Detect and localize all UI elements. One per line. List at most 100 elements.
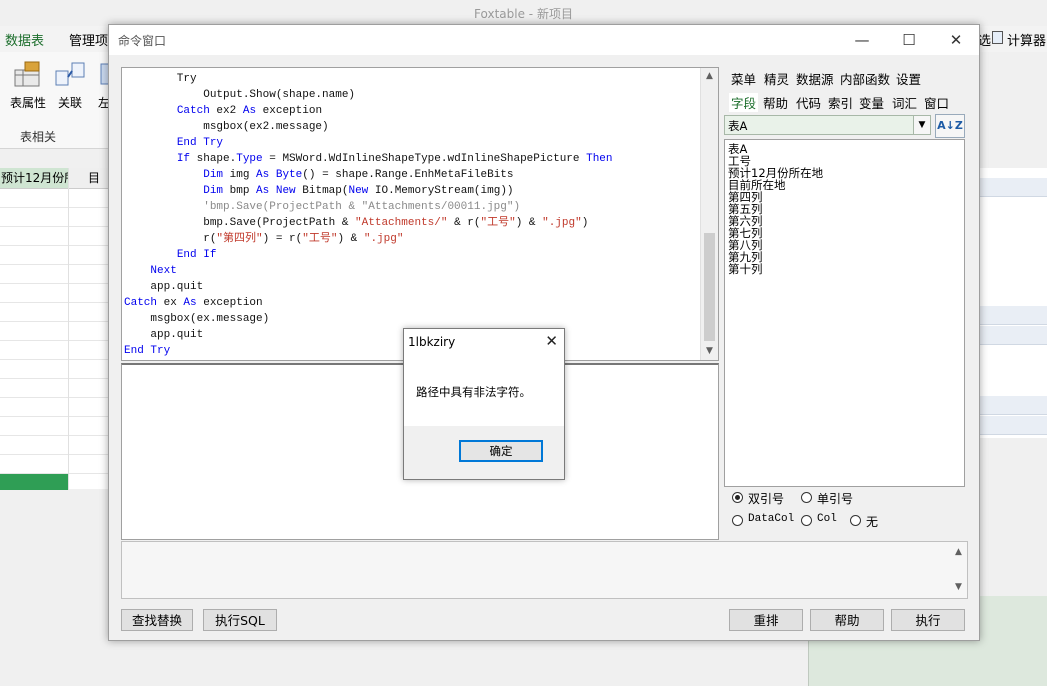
calculator-tab[interactable]: 计算器 xyxy=(1007,30,1046,49)
table-select[interactable]: 表A ▼ xyxy=(724,115,931,135)
minimize-icon[interactable]: — xyxy=(839,25,885,55)
message-box-footer: 确定 xyxy=(404,426,564,479)
command-window-titlebar[interactable]: 命令窗口 — ☐ ✕ xyxy=(109,25,979,55)
code-line: End If xyxy=(124,247,613,263)
code-token: & r( xyxy=(447,217,481,229)
help-button[interactable]: 帮助 xyxy=(810,609,884,631)
code-token: As xyxy=(256,169,270,181)
grid-header: 预计12月份所在地 目前 xyxy=(0,168,108,205)
code-token: "工号" xyxy=(480,217,516,229)
message-box-text: 路径中具有非法字符。 xyxy=(416,385,531,399)
panel-band xyxy=(978,326,1047,345)
menu-item-wizard[interactable]: 精灵 xyxy=(764,69,789,88)
maximize-icon[interactable]: ☐ xyxy=(886,25,932,55)
ribbon: 表属性 关联 左 表相关 xyxy=(0,52,110,149)
code-token: Try xyxy=(124,73,197,85)
code-token: () = shape.Range.EnhMetaFileBits xyxy=(302,169,514,181)
ok-button[interactable]: 确定 xyxy=(459,440,543,462)
radio-col[interactable] xyxy=(801,515,812,526)
scroll-up-icon[interactable]: ▲ xyxy=(950,544,967,561)
scroll-down-icon[interactable]: ▼ xyxy=(701,343,718,360)
code-token: ) & xyxy=(337,233,364,245)
code-token: Output.Show(shape.name) xyxy=(124,89,356,101)
tab-index[interactable]: 索引 xyxy=(828,93,853,112)
code-token: ) = r( xyxy=(262,233,303,245)
message-box-title: 1lbkziry xyxy=(408,335,456,349)
close-icon[interactable]: ✕ xyxy=(933,25,979,55)
code-token: exception xyxy=(256,105,323,117)
code-scrollbar[interactable]: ▲ ▼ xyxy=(700,68,718,360)
tab-datatable[interactable]: 数据表 xyxy=(5,30,44,49)
code-line: Output.Show(shape.name) xyxy=(124,87,613,103)
menu-item-functions[interactable]: 内部函数 xyxy=(840,69,890,88)
tab-fields[interactable]: 字段 xyxy=(729,93,759,112)
menu-item-settings[interactable]: 设置 xyxy=(896,69,921,88)
code-token: If xyxy=(176,153,191,165)
grid-selected-cell[interactable] xyxy=(0,474,68,490)
grid-rows[interactable] xyxy=(0,189,108,489)
relation-button[interactable]: 关联 xyxy=(55,60,85,111)
main-titlebar: Foxtable - 新项目 xyxy=(0,0,1047,26)
code-token: ".jpg" xyxy=(363,233,404,245)
field-list-item[interactable]: 第十列 xyxy=(728,263,763,275)
find-replace-button[interactable]: 查找替换 xyxy=(121,609,193,631)
code-line: Catch ex2 As exception xyxy=(124,103,613,119)
menu-item-menu[interactable]: 菜单 xyxy=(731,69,756,88)
code-token: Type xyxy=(236,153,263,165)
code-line: app.quit xyxy=(124,279,613,295)
code-token: Bitmap( xyxy=(295,185,349,197)
scroll-up-icon[interactable]: ▲ xyxy=(701,68,718,85)
tab-vocabulary[interactable]: 词汇 xyxy=(892,93,917,112)
code-token: As xyxy=(242,105,257,117)
radio-double-quote[interactable] xyxy=(732,492,743,503)
sort-az-button[interactable]: A↓Z xyxy=(935,114,965,138)
panel-band xyxy=(978,396,1047,415)
radio-none-label: 无 xyxy=(866,515,879,529)
relation-icon xyxy=(55,60,85,90)
tab-window[interactable]: 窗口 xyxy=(924,93,949,112)
chevron-down-icon[interactable]: ▼ xyxy=(913,116,930,134)
ribbon-group-label: 表相关 xyxy=(20,130,57,144)
radio-datacol[interactable] xyxy=(732,515,743,526)
code-lines: Try Output.Show(shape.name) Catch ex2 As… xyxy=(124,71,613,359)
code-token: Dim xyxy=(203,169,224,181)
execute-button[interactable]: 执行 xyxy=(891,609,965,631)
radio-single-quote[interactable] xyxy=(801,492,812,503)
code-token: IO.MemoryStream(img)) xyxy=(368,185,514,197)
panel-band xyxy=(978,306,1047,325)
radio-none[interactable] xyxy=(850,515,861,526)
right-side-panel xyxy=(978,168,1047,438)
menu-item-datasource[interactable]: 数据源 xyxy=(796,69,834,88)
scroll-thumb[interactable] xyxy=(704,233,715,341)
tab-help[interactable]: 帮助 xyxy=(763,93,788,112)
table-properties-icon xyxy=(13,60,43,90)
code-editor[interactable]: Try Output.Show(shape.name) Catch ex2 As… xyxy=(121,67,719,361)
grid-header-cell[interactable]: 预计12月份所在地 xyxy=(0,168,68,188)
scroll-down-icon[interactable]: ▼ xyxy=(950,579,967,596)
code-token: bmp.Save(ProjectPath & xyxy=(124,217,356,229)
command-input[interactable]: ▲ ▼ xyxy=(121,541,968,599)
code-token: = MSWord.WdInlineShapeType.wdInlineShape… xyxy=(262,153,587,165)
code-token: "Attachments/" xyxy=(355,217,448,229)
code-token: Dim xyxy=(203,185,224,197)
right-toolbar: 选 计算器 xyxy=(978,26,1047,52)
tab-code[interactable]: 代码 xyxy=(796,93,821,112)
code-token: "工号" xyxy=(302,233,338,245)
code-token: ".jpg" xyxy=(542,217,582,229)
code-token: img xyxy=(223,169,257,181)
close-icon[interactable]: ✕ xyxy=(545,332,558,350)
exec-sql-button[interactable]: 执行SQL xyxy=(203,609,277,631)
code-token: End Try xyxy=(176,137,224,149)
code-token: app.quit xyxy=(124,281,204,293)
code-line: End Try xyxy=(124,135,613,151)
radio-datacol-label: DataCol xyxy=(748,513,795,525)
table-properties-button[interactable]: 表属性 xyxy=(10,60,46,111)
code-token: ex xyxy=(157,297,184,309)
field-list[interactable]: 表A 工号 预计12月份所在地 目前所在地 第四列 第五列 第六列 第七列 第八列 第九列 第十列 xyxy=(724,139,965,487)
rearrange-button[interactable]: 重排 xyxy=(729,609,803,631)
tab-variables[interactable]: 变量 xyxy=(859,93,884,112)
